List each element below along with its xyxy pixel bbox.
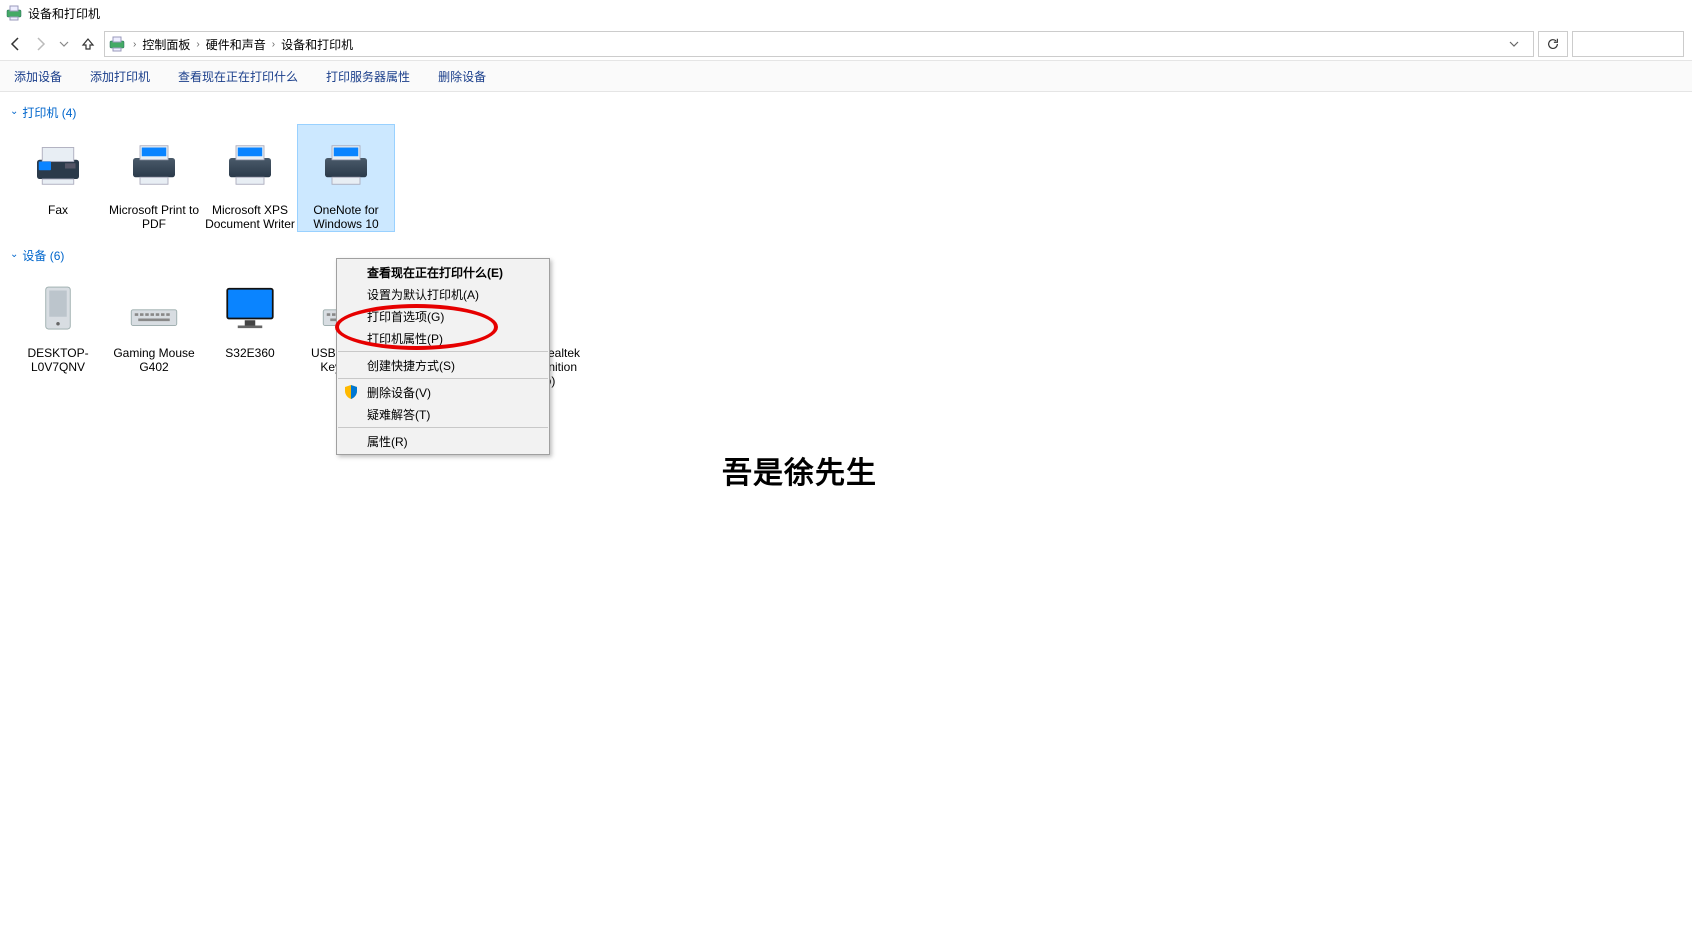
group-header-label: 打印机 (4) (22, 104, 76, 121)
devices-printers-icon (6, 5, 22, 21)
chevron-down-icon: ⌄ (10, 249, 18, 260)
menu-item-label: 删除设备(V) (367, 384, 431, 401)
pc-icon (26, 276, 90, 340)
device-label: S32E360 (223, 346, 276, 360)
refresh-button[interactable] (1538, 31, 1568, 57)
breadcrumb[interactable]: 硬件和声音 (202, 36, 270, 53)
command-bar: 添加设备 添加打印机 查看现在正在打印什么 打印服务器属性 删除设备 (0, 60, 1692, 92)
fax-icon (26, 133, 90, 197)
device-label: Gaming Mouse G402 (106, 346, 202, 374)
search-input[interactable] (1572, 31, 1684, 57)
device-label: Fax (46, 203, 70, 217)
chevron-right-icon[interactable]: › (131, 39, 138, 50)
menu-item-label: 疑难解答(T) (367, 406, 430, 423)
address-bar[interactable]: › 控制面板 › 硬件和声音 › 设备和打印机 (104, 31, 1534, 57)
device-item[interactable]: S32E360 (202, 268, 298, 388)
device-item[interactable]: OneNote for Windows 10 (298, 125, 394, 231)
shield-icon (343, 384, 359, 400)
menu-item[interactable]: 属性(R) (337, 430, 549, 452)
devices-items: DESKTOP-L0V7QNVGaming Mouse G402S32E360U… (10, 268, 1682, 396)
chevron-down-icon: ⌄ (10, 106, 18, 117)
device-label: OneNote for Windows 10 (298, 203, 394, 231)
menu-item[interactable]: 打印机属性(P) (337, 327, 549, 349)
menu-item-label: 打印机属性(P) (367, 330, 443, 347)
menu-separator (338, 351, 548, 352)
menu-item-label: 设置为默认打印机(A) (367, 286, 479, 303)
nav-row: › 控制面板 › 硬件和声音 › 设备和打印机 (0, 28, 1692, 60)
up-button[interactable] (76, 32, 100, 56)
content-area: ⌄ 打印机 (4) Fax Microsoft Print to PDFMicro… (0, 92, 1692, 400)
recent-dropdown[interactable] (52, 32, 76, 56)
group-header-printers[interactable]: ⌄ 打印机 (4) (10, 104, 1682, 121)
group-header-devices[interactable]: ⌄ 设备 (6) (10, 247, 1682, 264)
device-item[interactable]: DESKTOP-L0V7QNV (10, 268, 106, 388)
menu-separator (338, 378, 548, 379)
device-label: Microsoft XPS Document Writer (202, 203, 298, 231)
printer-icon (122, 133, 186, 197)
device-item[interactable]: Fax (10, 125, 106, 231)
window-title: 设备和打印机 (28, 5, 100, 22)
see-whats-printing-button[interactable]: 查看现在正在打印什么 (164, 61, 312, 91)
add-device-button[interactable]: 添加设备 (0, 61, 76, 91)
back-button[interactable] (4, 32, 28, 56)
printers-items: Fax Microsoft Print to PDFMicrosoft XPS D… (10, 125, 1682, 239)
menu-item[interactable]: 设置为默认打印机(A) (337, 283, 549, 305)
device-item[interactable]: Microsoft XPS Document Writer (202, 125, 298, 231)
breadcrumb[interactable]: 设备和打印机 (277, 36, 357, 53)
menu-item-label: 创建快捷方式(S) (367, 357, 455, 374)
device-item[interactable]: Microsoft Print to PDF (106, 125, 202, 231)
titlebar: 设备和打印机 (0, 0, 1692, 26)
add-printer-button[interactable]: 添加打印机 (76, 61, 164, 91)
devices-printers-icon (109, 36, 125, 52)
remove-device-button[interactable]: 删除设备 (424, 61, 500, 91)
menu-item[interactable]: 删除设备(V) (337, 381, 549, 403)
device-item[interactable]: Gaming Mouse G402 (106, 268, 202, 388)
print-server-properties-button[interactable]: 打印服务器属性 (312, 61, 424, 91)
menu-separator (338, 427, 548, 428)
menu-item[interactable]: 创建快捷方式(S) (337, 354, 549, 376)
address-dropdown[interactable] (1509, 39, 1529, 49)
device-label: DESKTOP-L0V7QNV (10, 346, 106, 374)
menu-item-label: 属性(R) (367, 433, 408, 450)
menu-item[interactable]: 查看现在正在打印什么(E) (337, 261, 549, 283)
printer-icon (314, 133, 378, 197)
menu-item-label: 打印首选项(G) (367, 308, 444, 325)
group-header-label: 设备 (6) (22, 247, 64, 264)
printer-icon (218, 133, 282, 197)
menu-item-label: 查看现在正在打印什么(E) (367, 264, 503, 281)
forward-button[interactable] (28, 32, 52, 56)
menu-item[interactable]: 打印首选项(G) (337, 305, 549, 327)
context-menu: 查看现在正在打印什么(E) 设置为默认打印机(A) 打印首选项(G) 打印机属性(P)… (336, 258, 550, 455)
device-label: Microsoft Print to PDF (106, 203, 202, 231)
chevron-right-icon[interactable]: › (194, 39, 201, 50)
watermark-text: 吾是徐先生 (722, 448, 877, 492)
breadcrumb[interactable]: 控制面板 (138, 36, 194, 53)
chevron-right-icon[interactable]: › (270, 39, 277, 50)
menu-item[interactable]: 疑难解答(T) (337, 403, 549, 425)
monitor-icon (218, 276, 282, 340)
keyboard-icon (122, 276, 186, 340)
